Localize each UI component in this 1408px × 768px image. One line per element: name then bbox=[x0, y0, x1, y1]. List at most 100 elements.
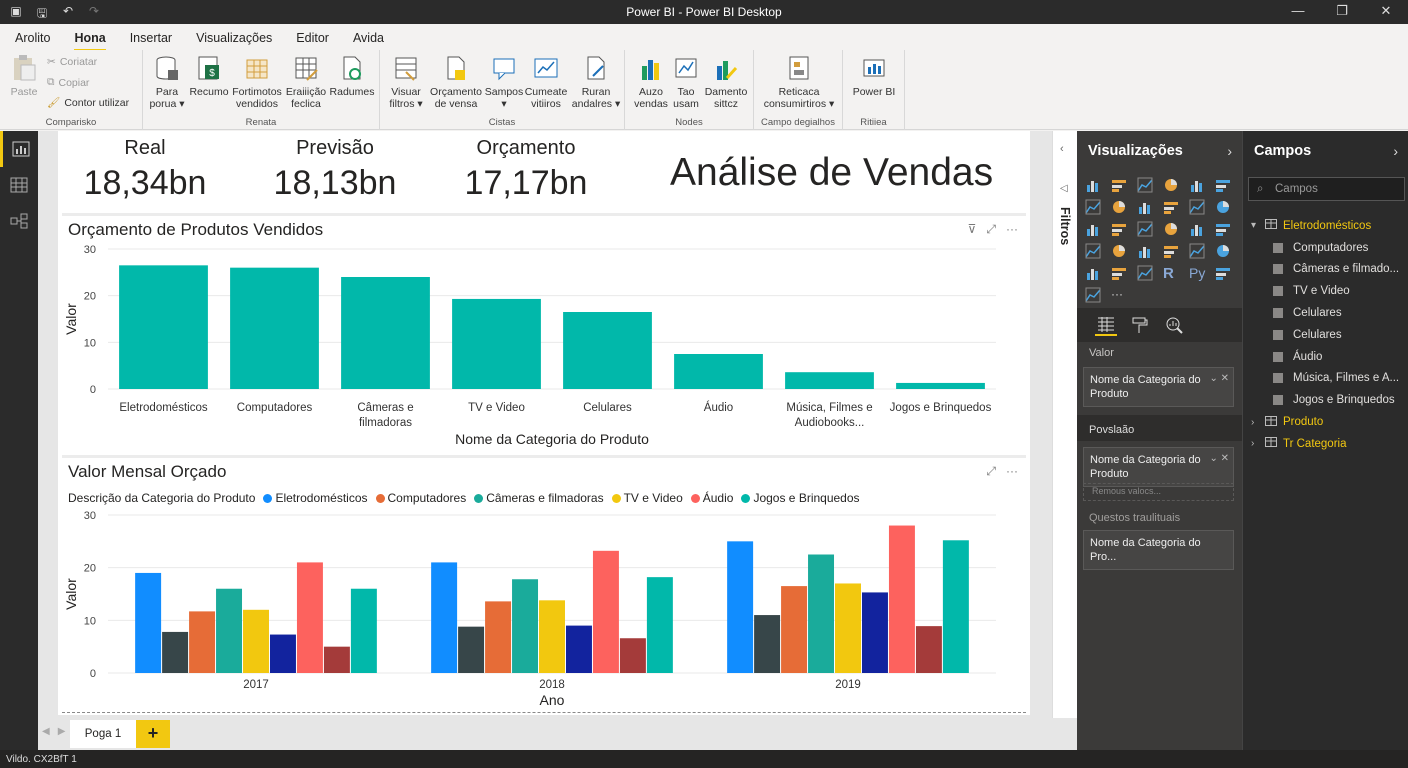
damento-button[interactable]: Damento sittcz bbox=[703, 52, 749, 110]
format-painter-button[interactable]: 🖌 Contor utilizar bbox=[47, 96, 129, 110]
prev-page-icon[interactable]: ◀ bbox=[42, 726, 50, 737]
bar-chart-visual[interactable]: Orçamento de Produtos Vendidos ⊽ ⤢ ··· 0… bbox=[62, 213, 1026, 451]
visual-type-icon[interactable] bbox=[1137, 177, 1153, 193]
tab-help[interactable]: Avida bbox=[344, 24, 393, 50]
format-tab[interactable] bbox=[1129, 314, 1151, 336]
kpi-card-real[interactable]: Real 18,34bn bbox=[78, 137, 212, 203]
chevron-right-icon[interactable]: › bbox=[1251, 417, 1259, 428]
visual-type-icon[interactable] bbox=[1163, 177, 1179, 193]
field-checkbox[interactable] bbox=[1273, 329, 1283, 340]
visual-type-icon[interactable] bbox=[1189, 177, 1205, 193]
visual-type-icon[interactable] bbox=[1215, 199, 1231, 215]
remove-field-icon[interactable]: ⌄ ✕ bbox=[1209, 452, 1229, 466]
field-item[interactable]: Celulares bbox=[1251, 302, 1399, 324]
visual-type-icon[interactable] bbox=[1111, 243, 1127, 259]
dataset-button[interactable]: Fortimotos vendidos bbox=[231, 52, 283, 110]
filters-pane-collapsed[interactable]: ‹ ◁ Filtros bbox=[1052, 131, 1077, 750]
fields-tab[interactable] bbox=[1095, 314, 1117, 336]
excel-button[interactable]: $ Recumo bbox=[189, 52, 229, 98]
visual-type-icon[interactable] bbox=[1085, 199, 1101, 215]
visual-type-icon[interactable] bbox=[1111, 199, 1127, 215]
recent-sources-button[interactable]: Radumes bbox=[329, 52, 375, 98]
visual-type-icon[interactable] bbox=[1111, 265, 1127, 281]
enter-data-button[interactable]: Eraiiição feclica bbox=[283, 52, 329, 110]
minimize-button[interactable]: — bbox=[1276, 0, 1320, 24]
tab-insert[interactable]: Insertar bbox=[121, 24, 181, 50]
chevron-right-icon[interactable]: › bbox=[1251, 438, 1259, 449]
visual-type-icon[interactable] bbox=[1137, 199, 1153, 215]
tooltips-well[interactable]: Nome da Categoria do Pro... bbox=[1083, 530, 1234, 570]
field-item[interactable]: Áudio bbox=[1251, 346, 1399, 368]
tab-home[interactable]: Hona bbox=[65, 24, 114, 52]
visual-type-icon[interactable]: Py bbox=[1189, 265, 1208, 287]
field-table[interactable]: ▾ Eletrodomésticos bbox=[1251, 215, 1399, 237]
chevron-down-icon[interactable]: ▾ bbox=[1251, 220, 1259, 231]
drop-placeholder[interactable]: Remous valocs... bbox=[1083, 483, 1234, 501]
visual-type-icon[interactable] bbox=[1085, 221, 1101, 237]
visual-type-icon[interactable] bbox=[1137, 265, 1153, 281]
tab-editor[interactable]: Editor bbox=[287, 24, 338, 50]
field-item[interactable]: Computadores bbox=[1251, 237, 1399, 259]
visual-type-icon[interactable] bbox=[1189, 243, 1205, 259]
run-analysis-button[interactable]: Ruran andalres ▾ bbox=[570, 52, 622, 110]
data-view-button[interactable] bbox=[0, 167, 38, 203]
visual-type-icon[interactable] bbox=[1215, 243, 1231, 259]
next-page-icon[interactable]: ▶ bbox=[58, 726, 66, 737]
value-well[interactable]: Nome da Categoria do Produto ⌄ ✕ bbox=[1083, 367, 1234, 407]
field-item[interactable]: Música, Filmes e A... bbox=[1251, 368, 1399, 390]
chevron-right-icon[interactable]: › bbox=[1393, 143, 1398, 159]
visual-type-icon[interactable] bbox=[1215, 177, 1231, 193]
new-measure-button[interactable]: Reticaca consumirtiros ▾ bbox=[758, 52, 840, 110]
publish-button[interactable]: Power BI bbox=[849, 52, 899, 98]
analytics-tab[interactable] bbox=[1163, 314, 1185, 336]
more-visuals-icon[interactable]: ··· bbox=[1111, 287, 1130, 309]
auto-sales-button[interactable]: Auzo vendas bbox=[631, 52, 671, 110]
visual-type-icon[interactable] bbox=[1215, 265, 1231, 281]
chevron-left-icon[interactable]: ‹ bbox=[1060, 143, 1064, 155]
visual-type-icon[interactable] bbox=[1137, 243, 1153, 259]
fields-search-input[interactable]: ⌕ Campos bbox=[1248, 177, 1405, 201]
field-item[interactable]: Celulares bbox=[1251, 324, 1399, 346]
page-tab[interactable]: Poga 1 bbox=[70, 720, 136, 748]
visual-type-icon[interactable] bbox=[1085, 177, 1101, 193]
kpi-card-budget[interactable]: Orçamento 17,17bn bbox=[454, 137, 598, 203]
field-checkbox[interactable] bbox=[1273, 286, 1283, 297]
fields-button[interactable]: Sampos ▾ bbox=[484, 52, 524, 110]
field-checkbox[interactable] bbox=[1273, 308, 1283, 319]
maximize-button[interactable]: ❐ bbox=[1320, 0, 1364, 24]
field-checkbox[interactable] bbox=[1273, 264, 1283, 275]
visual-type-icon[interactable] bbox=[1163, 221, 1179, 237]
visual-type-icon[interactable] bbox=[1085, 287, 1101, 303]
field-item[interactable]: Jogos e Brinquedos bbox=[1251, 389, 1399, 411]
copy-button[interactable]: ⧉ Copiar bbox=[47, 76, 89, 89]
model-view-button[interactable] bbox=[0, 203, 38, 239]
paste-button[interactable]: Paste bbox=[8, 52, 40, 98]
visual-type-icon[interactable] bbox=[1111, 221, 1127, 237]
report-view-button[interactable] bbox=[0, 131, 38, 167]
add-page-button[interactable]: + bbox=[136, 720, 170, 748]
remove-field-icon[interactable]: ⌄ ✕ bbox=[1209, 372, 1229, 386]
visual-type-icon[interactable]: R bbox=[1163, 265, 1182, 287]
get-data-button[interactable]: Para porua ▾ bbox=[147, 52, 187, 110]
chevron-right-icon[interactable]: › bbox=[1227, 143, 1232, 159]
visual-type-icon[interactable] bbox=[1189, 199, 1205, 215]
field-item[interactable]: TV e Video bbox=[1251, 280, 1399, 302]
kpi-card-forecast[interactable]: Previsão 18,13bn bbox=[263, 137, 407, 203]
create-visuals-button[interactable]: Cumeate vitiiros bbox=[524, 52, 568, 110]
cut-button[interactable]: ✂ Coriatar bbox=[47, 56, 97, 68]
field-checkbox[interactable] bbox=[1273, 242, 1283, 253]
field-item[interactable]: Câmeras e filmado... bbox=[1251, 259, 1399, 281]
visual-type-icon[interactable] bbox=[1085, 265, 1101, 281]
visual-type-icon[interactable] bbox=[1137, 221, 1153, 237]
forecast-well[interactable]: Nome da Categoria do Produto ⌄ ✕ bbox=[1083, 447, 1234, 487]
field-checkbox[interactable] bbox=[1273, 351, 1283, 362]
visual-type-icon[interactable] bbox=[1085, 243, 1101, 259]
visual-type-icon[interactable] bbox=[1163, 243, 1179, 259]
field-table[interactable]: › Produto bbox=[1251, 411, 1399, 433]
close-button[interactable]: ✕ bbox=[1364, 0, 1408, 24]
sales-budget-button[interactable]: Orçamento de vensa bbox=[428, 52, 484, 110]
field-table[interactable]: › Tr Categoria bbox=[1251, 433, 1399, 455]
tab-visualizations[interactable]: Visualizações bbox=[187, 24, 281, 50]
clustered-column-visual[interactable]: Valor Mensal Orçado ⤢ ··· Descrição da C… bbox=[62, 455, 1026, 713]
field-checkbox[interactable] bbox=[1273, 395, 1283, 406]
